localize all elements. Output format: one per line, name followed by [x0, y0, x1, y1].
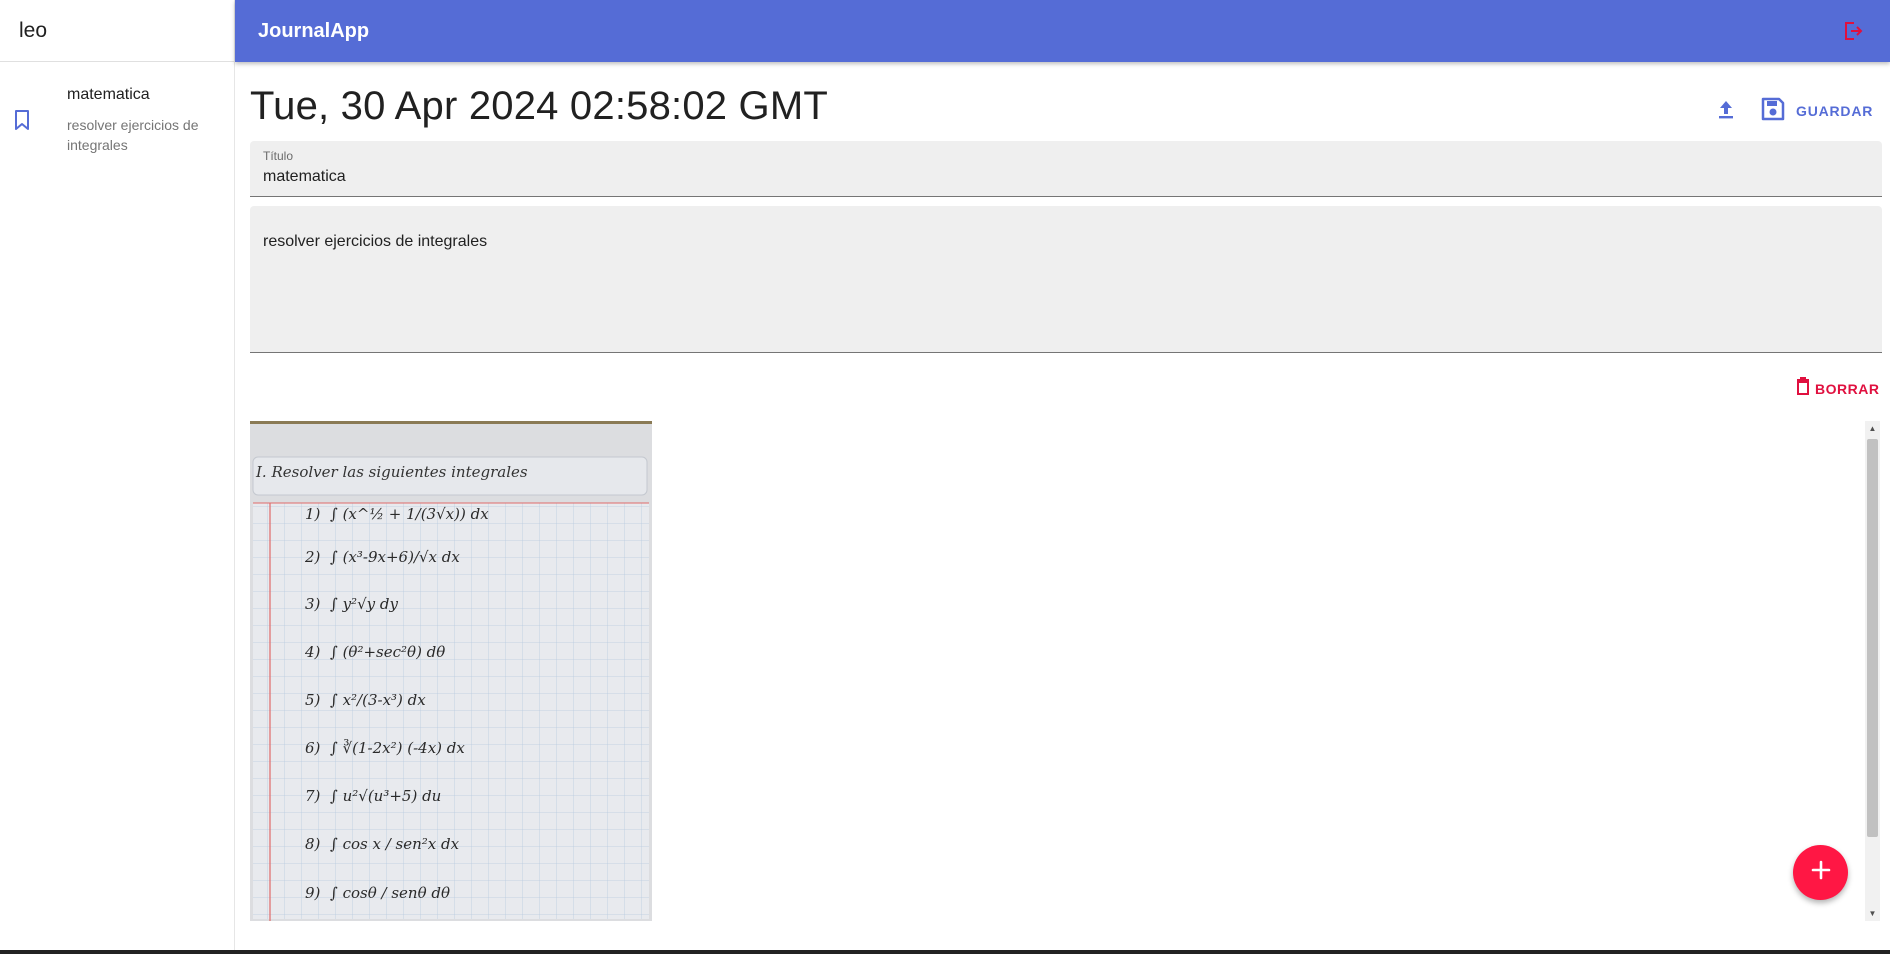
worksheet-expression: ∫ y²√y dy [330, 595, 398, 613]
trash-icon [1795, 376, 1811, 401]
scrollbar-thumb[interactable] [1867, 439, 1878, 837]
worksheet-item-number: 5) [305, 691, 321, 709]
body-textarea[interactable]: resolver ejercicios de integrales [263, 233, 487, 251]
delete-button[interactable]: BORRAR [1795, 376, 1879, 401]
note-image[interactable]: I. Resolver las siguientes integrales 1)… [250, 421, 652, 921]
worksheet-item-number: 9) [305, 884, 321, 902]
bookmark-icon [12, 108, 32, 137]
sidebar: leo matematica resolver ejercicios de in… [0, 0, 235, 950]
save-button[interactable]: GUARDAR [1760, 96, 1873, 126]
sidebar-note-body: resolver ejercicios de integrales [67, 117, 199, 153]
title-field[interactable]: Título matematica [250, 141, 1882, 197]
worksheet-item-number: 3) [305, 595, 321, 613]
worksheet-item-number: 1) [305, 505, 321, 523]
worksheet-expression: ∫ (x³-9x+6)/√x dx [330, 548, 460, 566]
worksheet-heading: I. Resolver las siguientes integrales [255, 463, 528, 481]
user-name: leo [19, 18, 48, 42]
app-title: JournalApp [258, 20, 370, 42]
title-field-label: Título [263, 149, 294, 163]
bottom-edge [0, 950, 1890, 954]
worksheet-expression: ∫ ∛(1-2x²) (-4x) dx [330, 739, 465, 757]
worksheet-item-number: 6) [305, 739, 321, 757]
image-gallery: I. Resolver las siguientes integrales 1)… [250, 421, 1882, 921]
app-bar: JournalApp [235, 0, 1890, 62]
worksheet-item-number: 7) [305, 787, 321, 805]
scroll-down-arrow-icon[interactable]: ▼ [1865, 906, 1880, 921]
worksheet-expression: ∫ cos x / sen²x dx [330, 835, 460, 853]
logout-icon[interactable] [1842, 20, 1864, 47]
upload-icon [1717, 99, 1735, 124]
save-icon [1760, 96, 1786, 127]
worksheet-expression: ∫ x²/(3-x³) dx [330, 691, 426, 709]
worksheet-item-number: 2) [304, 548, 321, 566]
worksheet-expression: ∫ cosθ / senθ dθ [330, 884, 450, 902]
plus-icon [1810, 859, 1832, 886]
gallery-scrollbar[interactable]: ▲ ▼ [1865, 421, 1880, 921]
sidebar-note-title: matematica [67, 86, 150, 103]
worksheet-expression: ∫ u²√(u³+5) du [330, 787, 441, 805]
scroll-up-arrow-icon[interactable]: ▲ [1865, 421, 1880, 436]
new-note-fab[interactable] [1793, 845, 1848, 900]
worksheet-item-number: 4) [304, 643, 321, 661]
body-field[interactable]: resolver ejercicios de integrales [250, 206, 1882, 353]
sidebar-note-item[interactable]: matematica resolver ejercicios de integr… [0, 84, 234, 164]
sidebar-header: leo [0, 0, 234, 62]
note-date-title: Tue, 30 Apr 2024 02:58:02 GMT [250, 84, 829, 128]
delete-label: BORRAR [1815, 380, 1880, 397]
worksheet-expression: ∫ (x^½ + 1/(3√x)) dx [330, 505, 489, 523]
title-input[interactable]: matematica [263, 168, 346, 186]
upload-button[interactable] [1710, 95, 1742, 127]
worksheet-expression: ∫ (θ²+sec²θ) dθ [330, 643, 445, 661]
save-label: GUARDAR [1796, 103, 1874, 119]
worksheet-item-number: 8) [305, 835, 321, 853]
